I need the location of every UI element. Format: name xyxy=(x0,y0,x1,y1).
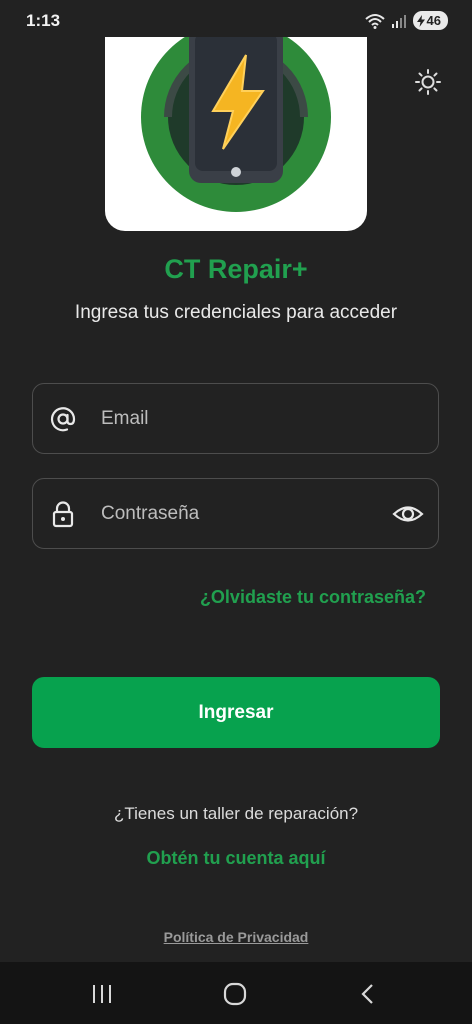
status-time: 1:13 xyxy=(26,11,61,30)
signup-link[interactable]: Obtén tu cuenta aquí xyxy=(0,848,472,869)
home-icon xyxy=(223,982,247,1006)
app-title: CT Repair+ xyxy=(164,254,308,284)
battery-indicator: 46 xyxy=(412,11,448,30)
app-logo xyxy=(105,37,367,231)
theme-toggle-button[interactable] xyxy=(410,64,446,100)
login-button[interactable]: Ingresar xyxy=(32,677,440,748)
sun-icon xyxy=(415,69,441,95)
status-icons: 46 xyxy=(364,11,448,30)
workshop-question: ¿Tienes un taller de reparación? xyxy=(113,804,359,823)
at-sign-icon xyxy=(50,407,76,432)
lock-icon xyxy=(52,501,74,528)
battery-level: 46 xyxy=(426,13,441,28)
signal-icon xyxy=(391,14,406,28)
email-input[interactable] xyxy=(99,384,373,454)
login-button-label: Ingresar xyxy=(198,701,274,723)
nav-back-button[interactable] xyxy=(348,978,388,1010)
email-field[interactable] xyxy=(32,383,439,454)
navigation-bar xyxy=(0,962,472,1024)
status-bar: 1:13 46 xyxy=(0,0,472,40)
nav-home-button[interactable] xyxy=(215,978,255,1010)
app-subtitle: Ingresa tus credenciales para acceder xyxy=(74,302,398,323)
nav-recents-button[interactable] xyxy=(82,978,122,1010)
charging-icon xyxy=(416,14,425,27)
privacy-policy-link[interactable]: Política de Privacidad xyxy=(0,929,472,945)
wifi-icon xyxy=(364,13,385,29)
eye-icon[interactable] xyxy=(392,500,424,528)
recents-icon xyxy=(93,985,111,1003)
password-input[interactable] xyxy=(99,479,373,549)
password-field[interactable] xyxy=(32,478,439,549)
back-icon xyxy=(361,984,373,1004)
forgot-password-link[interactable]: ¿Olvidaste tu contraseña? xyxy=(200,587,426,608)
